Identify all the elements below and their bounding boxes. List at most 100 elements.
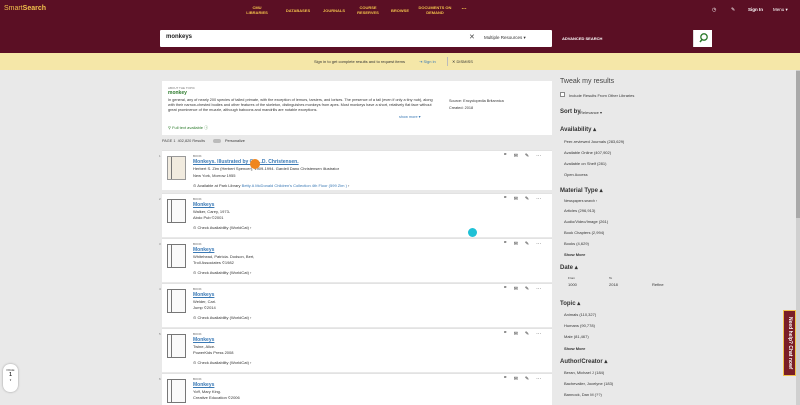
facet-books[interactable]: Books (4,629) <box>564 241 589 246</box>
cite-icon[interactable]: ❞ <box>504 153 514 159</box>
scrollbar-thumb[interactable] <box>796 71 800 218</box>
check-availability-link[interactable]: ⊙ Check Availability (WorldCat) › <box>193 360 251 365</box>
more-actions-icon[interactable]: ⋯ <box>536 241 548 247</box>
full-text-link[interactable]: ⚲ Full text available ⓘ <box>168 125 208 131</box>
email-icon[interactable]: ✉ <box>514 153 525 159</box>
result-item[interactable]: 6 BOOK Monkeys Yoff, Mary King. Creative… <box>159 373 552 405</box>
topic-name[interactable]: monkey <box>168 90 187 96</box>
facet-book-chapters[interactable]: Book Chapters (2,994) <box>564 230 604 235</box>
topic-show-more-link[interactable]: Show More <box>564 346 585 351</box>
chat-now-button[interactable]: Need help? Chat now! <box>783 310 796 376</box>
history-icon[interactable]: ◷ <box>712 7 716 13</box>
check-availability-link[interactable]: ⊙ Check Availability (WorldCat) › <box>193 270 251 275</box>
search-input[interactable]: monkeys <box>166 34 192 40</box>
check-availability-link[interactable]: ⊙ Check Availability (WorldCat) › <box>193 315 251 320</box>
banner-sign-in-link[interactable]: ⇥ Sign in <box>419 59 436 64</box>
facet-open-access[interactable]: Open Access <box>564 172 588 177</box>
availability-link[interactable]: ⊙ Available at Park Library Betty A McDo… <box>193 183 349 188</box>
cite-icon[interactable]: ❞ <box>504 196 514 202</box>
result-item[interactable]: 3 BOOK Monkeys Whitehead, Patricia. Dods… <box>159 238 552 282</box>
email-icon[interactable]: ✉ <box>514 376 525 382</box>
book-cover-thumbnail[interactable] <box>167 289 186 313</box>
date-from-input[interactable]: 1000 <box>568 282 577 287</box>
facet-author[interactable]: Bannock, Dan M (??) <box>564 392 602 397</box>
material-type-heading[interactable]: Material Type ▴ <box>560 187 603 194</box>
nav-course-reserves[interactable]: COURSE RESERVES <box>353 5 383 15</box>
menu-button[interactable]: Menu ▾ <box>773 7 788 13</box>
page-indicator[interactable]: PAGE 1 ▾ <box>3 364 18 392</box>
clear-search-icon[interactable]: ✕ <box>469 33 475 41</box>
more-actions-icon[interactable]: ⋯ <box>536 196 548 202</box>
topic-heading[interactable]: Topic ▴ <box>560 300 580 307</box>
result-item[interactable]: 5 BOOK Monkeys Twine, Alice. PowerKids P… <box>159 328 552 372</box>
book-cover-thumbnail[interactable] <box>167 199 186 223</box>
nav-browse[interactable]: BROWSE <box>388 8 412 13</box>
cite-icon[interactable]: ❞ <box>504 376 514 382</box>
date-to-input[interactable]: 2018 <box>609 282 618 287</box>
search-button[interactable] <box>693 30 712 47</box>
facet-topic-animals[interactable]: Animals (110,327) <box>564 312 596 317</box>
result-item[interactable]: 1 BOOK Monkeys. Illustrated by G......D.… <box>159 150 552 190</box>
material-show-more-link[interactable]: Show More <box>564 252 585 257</box>
result-item[interactable]: 4 BOOK Monkeys Welder, Cari. Jump ©2014 … <box>159 283 552 327</box>
result-title[interactable]: Monkeys <box>193 382 214 388</box>
author-heading[interactable]: Author/Creator ▴ <box>560 358 607 365</box>
email-icon[interactable]: ✉ <box>514 241 525 247</box>
result-title[interactable]: Monkeys. Illustrated by G......D. Christ… <box>193 159 299 165</box>
dismiss-button[interactable]: ✕ DISMISS <box>452 59 473 64</box>
sort-by-select[interactable]: Relevance ▾ <box>580 110 602 115</box>
nav-cmu-libraries[interactable]: CMU LIBRARIES <box>245 5 269 15</box>
nav-documents-on-demand[interactable]: DOCUMENTS ON DEMAND <box>418 5 452 15</box>
more-actions-icon[interactable]: ⋯ <box>536 153 548 159</box>
pin-icon[interactable]: ✎ <box>731 7 735 13</box>
book-cover-thumbnail[interactable] <box>167 156 186 180</box>
sign-in-link[interactable]: Sign In <box>748 7 763 12</box>
facet-audio-video[interactable]: Audio/Video/Image (261) <box>564 219 608 224</box>
more-actions-icon[interactable]: ⋯ <box>536 331 548 337</box>
result-item[interactable]: 2 BOOK Monkeys Walker, Carey, 1973- Abdo… <box>159 193 552 237</box>
pin-icon[interactable]: ✎ <box>525 241 536 247</box>
book-cover-thumbnail[interactable] <box>167 334 186 358</box>
availability-heading[interactable]: Availability ▴ <box>560 126 596 133</box>
search-scope-select[interactable]: Multiple Resources ▾ <box>484 35 526 41</box>
facet-author[interactable]: Beran, Michael J (184) <box>564 370 604 375</box>
personalize-toggle[interactable] <box>213 139 221 143</box>
cite-icon[interactable]: ❞ <box>504 331 514 337</box>
advanced-search-link[interactable]: ADVANCED SEARCH <box>562 36 602 41</box>
facet-topic-male[interactable]: Male (81,467) <box>564 334 589 339</box>
email-icon[interactable]: ✉ <box>514 331 525 337</box>
show-more-link[interactable]: show more ▾ <box>399 114 421 119</box>
nav-databases[interactable]: DATABASES <box>283 8 313 13</box>
facet-available-on-shelf[interactable]: Available on Shelf (281) <box>564 161 606 166</box>
date-refine-button[interactable]: Refine <box>652 282 664 287</box>
more-actions-icon[interactable]: ⋯ <box>536 376 548 382</box>
check-availability-link[interactable]: ⊙ Check Availability (WorldCat) › <box>193 225 251 230</box>
facet-topic-humans[interactable]: Humans (90,778) <box>564 323 595 328</box>
result-title[interactable]: Monkeys <box>193 337 214 343</box>
book-cover-thumbnail[interactable] <box>167 244 186 268</box>
facet-peer-reviewed[interactable]: Peer-reviewed Journals (283,629) <box>564 139 624 144</box>
more-actions-icon[interactable]: ⋯ <box>536 286 548 292</box>
newspapers-search-link[interactable]: Newspapers search › <box>564 199 597 203</box>
pin-icon[interactable]: ✎ <box>525 153 536 159</box>
facet-available-online[interactable]: Available Online (407,902) <box>564 150 611 155</box>
email-icon[interactable]: ✉ <box>514 286 525 292</box>
nav-more-button[interactable]: ... <box>458 5 470 11</box>
smart-search-logo[interactable]: SmartSearch <box>4 5 46 12</box>
pin-icon[interactable]: ✎ <box>525 331 536 337</box>
pin-icon[interactable]: ✎ <box>525 196 536 202</box>
result-title[interactable]: Monkeys <box>193 202 214 208</box>
include-other-libraries-checkbox[interactable] <box>560 92 565 97</box>
nav-journals[interactable]: JOURNALS <box>320 8 348 13</box>
facet-articles[interactable]: Articles (296,913) <box>564 208 595 213</box>
facet-author[interactable]: Bachevalier, Jocelyne (183) <box>564 381 613 386</box>
date-heading[interactable]: Date ▴ <box>560 264 578 271</box>
email-icon[interactable]: ✉ <box>514 196 525 202</box>
cite-icon[interactable]: ❞ <box>504 286 514 292</box>
book-cover-thumbnail[interactable] <box>167 379 186 403</box>
result-title[interactable]: Monkeys <box>193 292 214 298</box>
cite-icon[interactable]: ❞ <box>504 241 514 247</box>
pin-icon[interactable]: ✎ <box>525 286 536 292</box>
result-title[interactable]: Monkeys <box>193 247 214 253</box>
pin-icon[interactable]: ✎ <box>525 376 536 382</box>
